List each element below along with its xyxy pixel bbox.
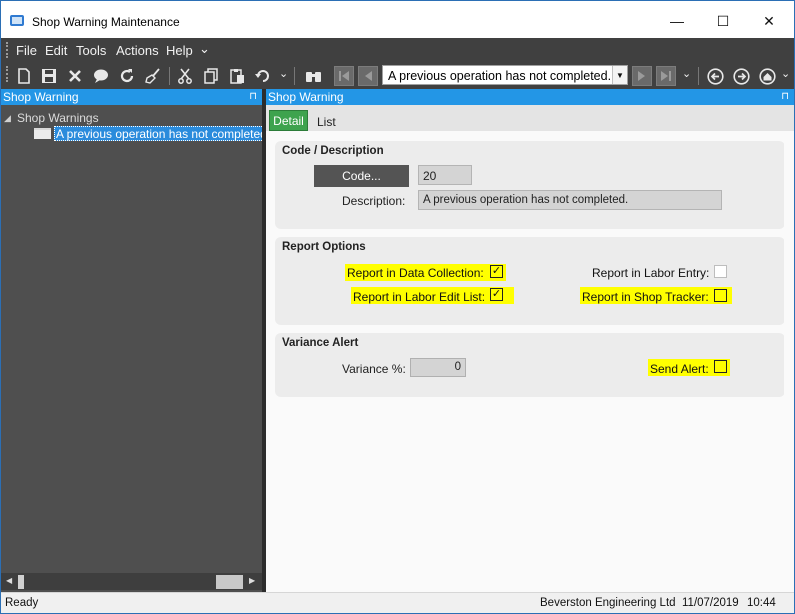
record-selector-value: A previous operation has not completed. <box>388 69 612 83</box>
chevron-down-icon[interactable]: ▼ <box>612 66 627 84</box>
back-icon[interactable] <box>705 66 725 86</box>
status-company: Beverston Engineering Ltd <box>540 597 676 609</box>
home-icon[interactable] <box>757 66 777 86</box>
expand-arrow-icon[interactable]: ◢ <box>4 113 11 124</box>
report-shop-tracker-label: Report in Shop Tracker: <box>582 290 709 304</box>
menu-edit[interactable]: Edit <box>45 43 67 58</box>
menu-overflow-icon[interactable]: ⌄ <box>199 41 210 57</box>
undo-icon[interactable] <box>253 66 273 86</box>
report-options-group: Report Options <box>275 237 785 325</box>
send-alert-label: Send Alert: <box>650 362 709 376</box>
report-data-collection-label: Report in Data Collection: <box>347 266 484 280</box>
new-icon[interactable] <box>14 66 34 86</box>
app-window: Shop Warning Maintenance — ☐ ✕ File Edit… <box>0 0 795 614</box>
cut-icon[interactable] <box>175 66 195 86</box>
report-labor-edit-list-checkbox[interactable]: ✓ <box>490 288 503 301</box>
variance-alert-title: Variance Alert <box>282 337 359 349</box>
toolbar-grip-icon <box>6 66 9 82</box>
tab-list[interactable]: List <box>317 115 336 129</box>
next-record-icon[interactable] <box>632 66 652 86</box>
report-options-title: Report Options <box>282 241 366 253</box>
menu-grip-icon <box>6 42 9 58</box>
tree-item-warning[interactable]: A previous operation has not completed. <box>54 126 273 141</box>
status-text: Ready <box>5 597 39 609</box>
scroll-track-segment[interactable] <box>216 575 243 589</box>
toolbar-overflow-icon[interactable]: ⌄ <box>781 67 790 80</box>
refresh-icon[interactable] <box>117 66 137 86</box>
menu-help[interactable]: Help <box>166 43 193 58</box>
detail-scroll-edge <box>784 131 794 592</box>
scroll-thumb[interactable] <box>18 575 24 589</box>
save-icon[interactable] <box>39 66 59 86</box>
report-data-collection-checkbox[interactable]: ✓ <box>490 265 503 278</box>
close-button[interactable]: ✕ <box>746 7 792 35</box>
toolbar-separator <box>698 67 699 85</box>
undo-dropdown-icon[interactable]: ⌄ <box>279 67 288 80</box>
status-date: 11/07/2019 <box>682 597 739 609</box>
copy-icon[interactable] <box>201 66 221 86</box>
last-record-icon[interactable] <box>656 66 676 86</box>
pin-icon[interactable]: ⊓ <box>249 89 257 105</box>
menu-tools[interactable]: Tools <box>76 43 106 58</box>
code-button[interactable]: Code... <box>314 165 409 187</box>
report-shop-tracker-checkbox[interactable] <box>714 289 727 302</box>
minimize-button[interactable]: — <box>654 7 700 35</box>
forward-icon[interactable] <box>731 66 751 86</box>
variance-input[interactable]: 0 <box>410 358 466 377</box>
tree-pane-title: Shop Warning <box>3 90 79 104</box>
report-labor-entry-checkbox[interactable] <box>714 265 727 278</box>
tree-pane <box>1 89 262 592</box>
tab-detail[interactable]: Detail <box>269 110 308 131</box>
status-bar: Ready Beverston Engineering Ltd 11/07/20… <box>1 592 794 613</box>
clear-icon[interactable] <box>143 66 163 86</box>
first-record-icon[interactable] <box>334 66 354 86</box>
code-description-title: Code / Description <box>282 145 384 157</box>
send-alert-checkbox[interactable] <box>714 360 727 373</box>
menu-bar: File Edit Tools Actions Help ⌄ <box>1 38 794 62</box>
delete-icon[interactable] <box>65 66 85 86</box>
toolbar-separator <box>169 67 170 85</box>
description-label: Description: <box>342 194 406 208</box>
nav-dropdown-icon[interactable]: ⌄ <box>682 67 691 80</box>
scroll-right-icon[interactable]: ▶ <box>249 576 255 585</box>
report-labor-entry-label: Report in Labor Entry: <box>592 266 710 280</box>
menu-file[interactable]: File <box>16 43 37 58</box>
status-time: 10:44 <box>747 597 776 609</box>
detail-pane-header: Shop Warning ⊓ <box>266 89 794 105</box>
description-input[interactable]: A previous operation has not completed. <box>418 190 722 210</box>
scroll-left-icon[interactable]: ◀ <box>6 576 12 585</box>
horizontal-scrollbar[interactable]: ◀ ▶ <box>1 573 262 590</box>
pin-icon[interactable]: ⊓ <box>781 89 789 105</box>
report-labor-edit-list-label: Report in Labor Edit List: <box>353 290 486 304</box>
window-title: Shop Warning Maintenance <box>32 15 180 29</box>
app-icon <box>10 15 24 26</box>
tree-pane-header: Shop Warning ⊓ <box>1 89 262 105</box>
record-selector[interactable]: A previous operation has not completed. … <box>382 65 628 85</box>
tab-strip <box>266 105 794 131</box>
paste-icon[interactable] <box>227 66 247 86</box>
detail-pane-title: Shop Warning <box>268 90 344 104</box>
search-icon[interactable] <box>303 66 323 86</box>
maximize-button[interactable]: ☐ <box>700 7 746 35</box>
variance-label: Variance %: <box>342 362 406 376</box>
folder-icon <box>34 128 51 139</box>
comment-icon[interactable] <box>91 66 111 86</box>
previous-record-icon[interactable] <box>358 66 378 86</box>
menu-actions[interactable]: Actions <box>116 43 159 58</box>
title-bar: Shop Warning Maintenance — ☐ ✕ <box>1 1 794 38</box>
tree-root-shop-warnings[interactable]: Shop Warnings <box>17 111 99 125</box>
code-input[interactable]: 20 <box>418 165 472 185</box>
toolbar-separator <box>294 67 295 85</box>
